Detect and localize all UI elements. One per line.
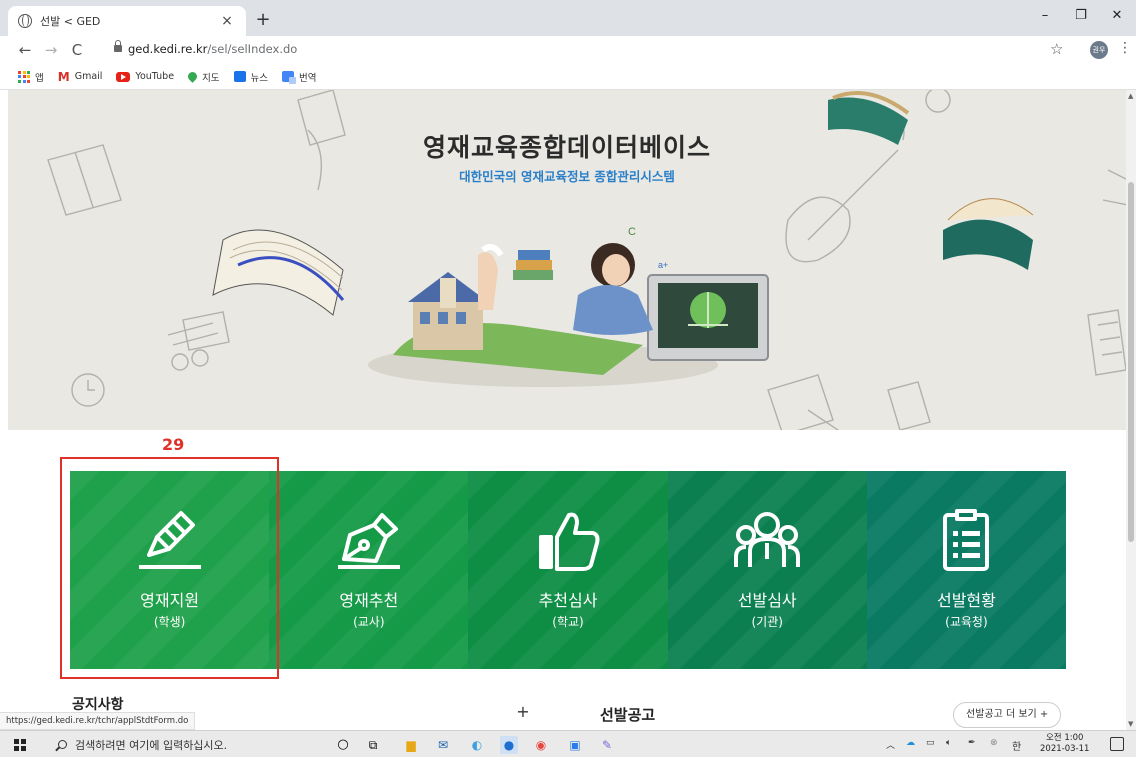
reload-icon[interactable]: C: [66, 39, 88, 61]
tab-close-button[interactable]: ×: [218, 13, 236, 29]
app-icon[interactable]: ▣: [566, 736, 584, 754]
menu-tile-agency-review[interactable]: 선발심사 (기관): [667, 471, 867, 669]
url-field[interactable]: ged.kedi.re.kr/sel/selIndex.do: [128, 42, 297, 56]
maps-pin-icon: [186, 70, 199, 83]
bookmark-apps[interactable]: 앱: [18, 70, 44, 84]
link-status-url: https://ged.kedi.re.kr/tchr/applStdtForm…: [0, 712, 196, 730]
back-arrow-icon[interactable]: ←: [14, 39, 36, 61]
menu-kebab-icon[interactable]: ⋮: [1118, 40, 1132, 56]
clock-time: 오전 1:00: [1045, 733, 1084, 743]
scroll-down-icon[interactable]: ▼: [1128, 720, 1133, 728]
windows-taskbar: 검색하려면 여기에 입력하십시오. ○ ⧉ ▆ ✉ ◐ ● ◉ ▣ ✎ ︿ ☁ …: [0, 730, 1136, 757]
menu-tile-teacher-recommend[interactable]: 영재추천 (교사): [269, 471, 469, 669]
bookmark-label: 번역: [299, 72, 317, 84]
bookmark-gmail[interactable]: M Gmail: [58, 70, 103, 84]
close-circle-icon[interactable]: ⊗: [990, 738, 998, 748]
network-icon[interactable]: ▭: [926, 738, 935, 748]
bookmark-star-icon[interactable]: ☆: [1050, 40, 1063, 58]
scroll-up-icon[interactable]: ▲: [1128, 92, 1133, 100]
taskbar-search-box[interactable]: 검색하려면 여기에 입력하십시오.: [46, 732, 314, 757]
browser-tab-strip: 선발 < GED × + – ❐ ✕: [0, 0, 1136, 36]
bookmark-label: 지도: [202, 72, 220, 84]
volume-icon[interactable]: 🔈︎: [946, 738, 951, 748]
browser-tab[interactable]: 선발 < GED ×: [8, 6, 246, 36]
page-viewport: C a+ 영재교육종합데이터베이스 대한민국의 영재교육정보 종합관리시스템 2…: [0, 90, 1136, 730]
windows-start-icon[interactable]: [14, 739, 26, 751]
svg-text:a+: a+: [658, 260, 668, 270]
bookmark-translate[interactable]: 번역: [282, 70, 317, 84]
menu-tile-label: 선발현황: [936, 591, 996, 610]
minimize-button[interactable]: –: [1030, 4, 1060, 28]
pen-icon[interactable]: ✒: [968, 738, 976, 748]
menu-tile-selection-status[interactable]: 선발현황 (교육청): [866, 471, 1067, 669]
search-icon: [58, 740, 67, 749]
edge-legacy-icon[interactable]: ◐: [468, 736, 486, 754]
page-scrollbar[interactable]: ▲ ▼: [1126, 90, 1136, 730]
thumbs-up-icon: [539, 512, 600, 571]
close-window-button[interactable]: ✕: [1102, 4, 1132, 28]
hero-banner: C a+ 영재교육종합데이터베이스 대한민국의 영재교육정보 종합관리시스템: [8, 90, 1126, 430]
hero-subtitle: 대한민국의 영재교육정보 종합관리시스템: [459, 169, 675, 184]
notification-center-icon[interactable]: [1110, 737, 1124, 751]
menu-tile-sublabel: (교사): [353, 615, 385, 629]
youtube-icon: [116, 71, 131, 82]
edge-browser-icon[interactable]: ●: [500, 736, 518, 754]
menu-tile-sublabel: (교육청): [945, 615, 988, 629]
menu-tile-sublabel: (기관): [751, 615, 783, 629]
onedrive-cloud-icon[interactable]: ☁: [906, 738, 915, 748]
clock-date: 2021-03-11: [1040, 744, 1090, 754]
bookmark-label: 뉴스: [250, 72, 269, 84]
people-group-icon: [734, 512, 801, 567]
task-view-icon[interactable]: ⧉: [364, 736, 382, 754]
annotation-highlight-box: [60, 457, 279, 679]
gmail-icon: M: [57, 69, 70, 84]
bookmark-youtube[interactable]: YouTube: [116, 71, 174, 82]
taskbar-search-placeholder: 검색하려면 여기에 입력하십시오.: [75, 738, 228, 752]
file-explorer-icon[interactable]: ▆: [402, 736, 420, 754]
fountain-pen-icon: [337, 513, 400, 569]
taskbar-clock[interactable]: 오전 1:00 2021-03-11: [1040, 733, 1089, 755]
clipboard-list-icon: [943, 509, 990, 571]
menu-tile-sublabel: (학교): [552, 615, 584, 629]
paint-icon[interactable]: ✎: [598, 736, 616, 754]
new-tab-button[interactable]: +: [252, 10, 274, 32]
bookmark-label: Gmail: [74, 71, 103, 82]
address-bar: ← → C ged.kedi.re.kr/sel/selIndex.do ☆ 권…: [0, 36, 1136, 64]
svg-text:C: C: [628, 226, 636, 238]
menu-tile-label: 영재추천: [339, 591, 399, 610]
apps-grid-icon: [18, 70, 30, 83]
lock-icon: [114, 40, 122, 52]
menu-tile-label: 선발심사: [737, 591, 797, 610]
scrollbar-thumb[interactable]: [1128, 182, 1134, 542]
globe-icon: [18, 14, 32, 28]
tab-title: 선발 < GED: [40, 15, 101, 28]
bookmark-maps[interactable]: 지도: [186, 70, 220, 84]
selection-announcement-heading: 선발공고: [600, 706, 656, 724]
restore-button[interactable]: ❐: [1066, 4, 1096, 28]
tray-chevron-up-icon[interactable]: ︿: [886, 738, 895, 751]
url-path: /sel/selIndex.do: [207, 42, 298, 56]
news-icon: [233, 71, 246, 82]
bookmark-label: 앱: [35, 72, 44, 84]
forward-arrow-icon[interactable]: →: [40, 39, 62, 61]
mail-icon[interactable]: ✉: [434, 736, 452, 754]
cortana-icon[interactable]: ○: [334, 736, 352, 754]
notice-heading: 공지사항: [72, 697, 124, 713]
profile-avatar[interactable]: 권우: [1090, 41, 1108, 59]
menu-tile-label: 추천심사: [538, 591, 598, 610]
bookmark-label: YouTube: [135, 71, 175, 82]
annotation-marker: 29: [162, 435, 185, 454]
ime-indicator[interactable]: 한: [1012, 738, 1021, 753]
translate-icon: [282, 71, 297, 84]
hero-title: 영재교육종합데이터베이스: [422, 133, 711, 162]
bookmark-news[interactable]: 뉴스: [233, 70, 269, 84]
bookmarks-bar: 앱 M Gmail YouTube 지도 뉴스 번역: [0, 64, 1136, 90]
selection-more-button[interactable]: 선발공고 더 보기 +: [953, 702, 1062, 728]
menu-tile-school-review[interactable]: 추천심사 (학교): [468, 471, 668, 669]
chrome-icon[interactable]: ◉: [532, 736, 550, 754]
url-host: ged.kedi.re.kr: [128, 42, 208, 56]
notice-more-plus-button[interactable]: +: [512, 702, 534, 721]
